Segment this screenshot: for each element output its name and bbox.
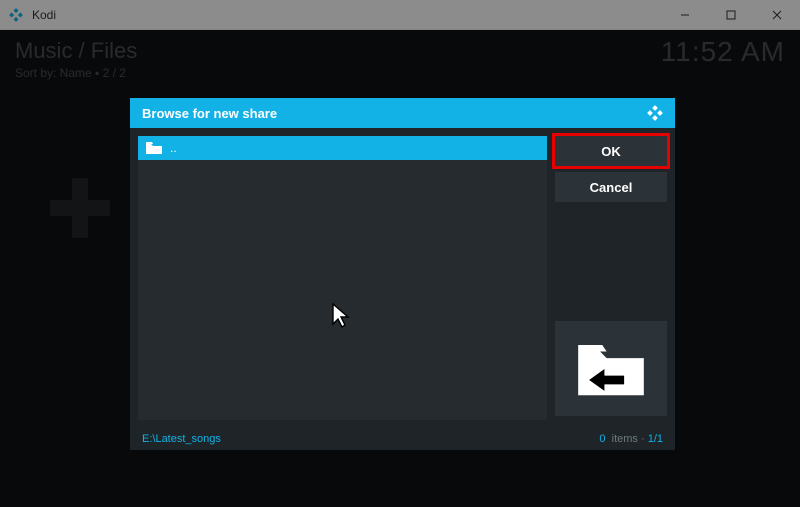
file-list-empty-area[interactable] [138,160,547,420]
kodi-header: Music / Files Sort by: Name ▪ 2 / 2 11:5… [15,38,785,80]
dialog-body: .. OK Cancel [130,128,675,428]
row-label: .. [170,141,177,155]
window-titlebar: Kodi [0,0,800,30]
dialog-header: Browse for new share [130,98,675,128]
kodi-app-icon [8,7,24,23]
window-minimize-button[interactable] [662,0,708,30]
dialog-title: Browse for new share [142,106,647,121]
window-title: Kodi [32,8,662,22]
folder-back-thumbnail [555,321,667,416]
ok-button[interactable]: OK [555,136,667,166]
kodi-logo-icon [647,105,663,121]
sort-info: Sort by: Name ▪ 2 / 2 [15,66,785,80]
add-source-placeholder-icon [50,178,110,238]
kodi-app: Music / Files Sort by: Name ▪ 2 / 2 11:5… [0,30,800,507]
current-path: E:\Latest_songs [142,433,599,445]
window-controls [662,0,800,30]
dialog-side-panel: OK Cancel [555,128,675,428]
window-maximize-button[interactable] [708,0,754,30]
clock: 11:52 AM [661,36,785,68]
item-count: 0 items · 1/1 [599,433,663,445]
parent-directory-row[interactable]: .. [138,136,547,160]
file-list[interactable]: .. [130,128,555,428]
dialog-footer: E:\Latest_songs 0 items · 1/1 [130,428,675,450]
cancel-button[interactable]: Cancel [555,172,667,202]
browse-share-dialog: Browse for new share .. OK Cancel [130,98,675,450]
folder-icon [146,142,162,154]
window-close-button[interactable] [754,0,800,30]
